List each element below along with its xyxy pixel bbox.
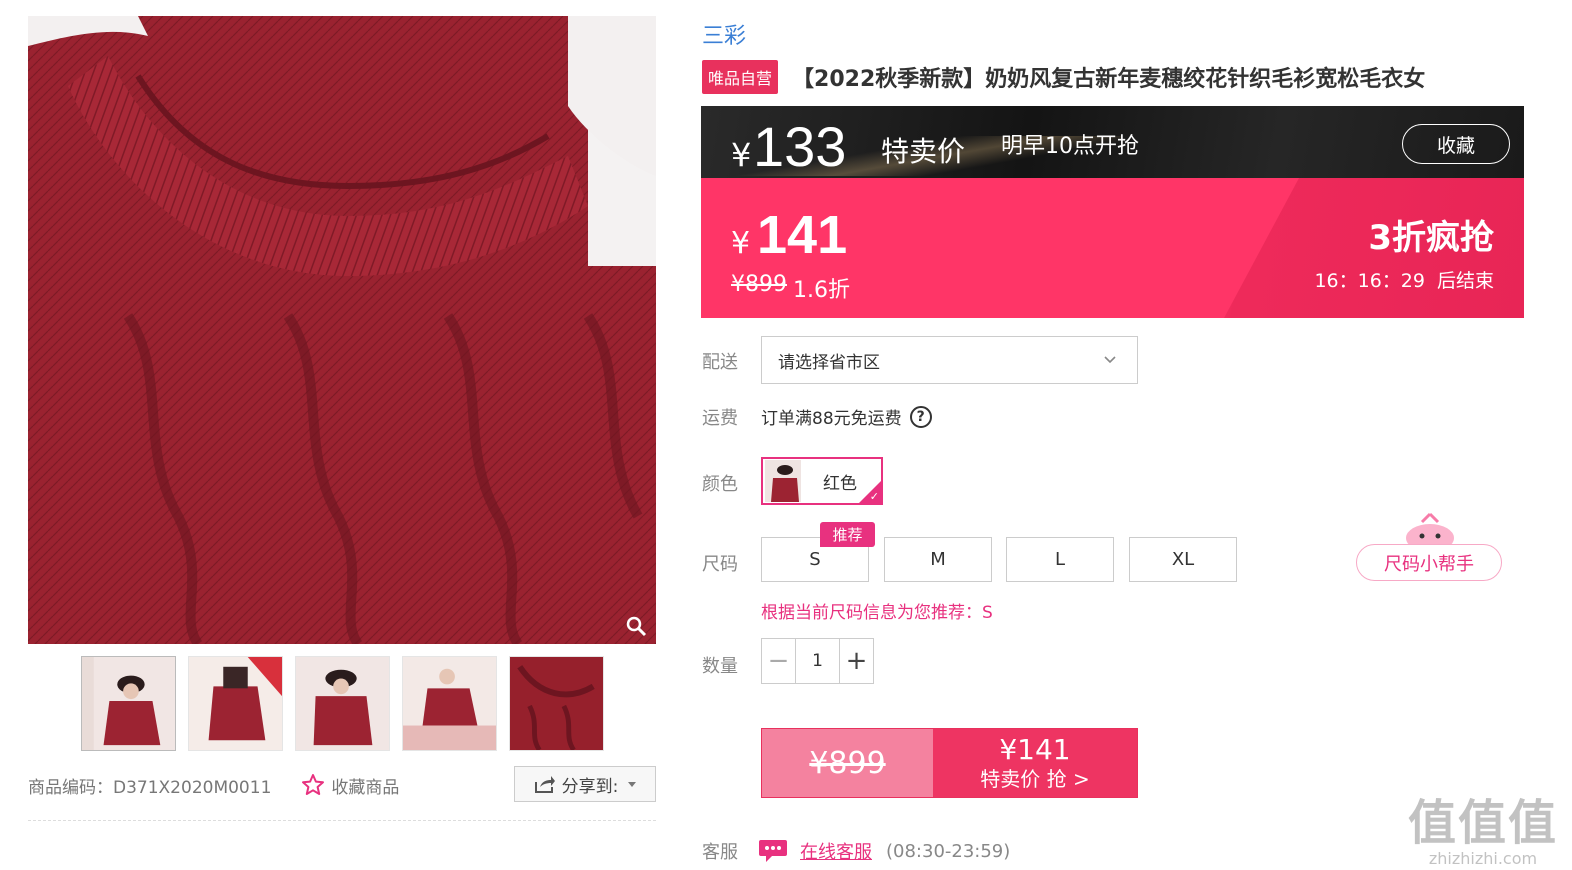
delivery-label: 配送 — [702, 352, 738, 373]
sale-price-label: 特卖价 — [881, 135, 966, 168]
color-name: 红色 — [823, 473, 857, 494]
size-option-l[interactable]: L — [1006, 537, 1114, 582]
recommended-badge: 推荐 — [820, 522, 875, 547]
current-currency: ¥ — [731, 226, 751, 261]
favorite-label: 收藏商品 — [331, 777, 400, 798]
countdown-timer: 16：16：29 后结束 — [1314, 266, 1494, 293]
discount-rate: 1.6折 — [793, 278, 850, 303]
original-price: ¥899 — [731, 272, 787, 297]
thumbnail-2[interactable] — [188, 656, 283, 751]
sweater-photo — [28, 16, 656, 644]
size-option-xl[interactable]: XL — [1129, 537, 1237, 582]
thumbnail-strip — [81, 656, 604, 751]
customer-service-row: 客服 在线客服 (08:30-23:59) — [702, 838, 1010, 864]
divider — [28, 820, 656, 821]
share-button[interactable]: 分享到: — [514, 766, 656, 802]
zoom-icon[interactable] — [624, 614, 648, 638]
freight-label: 运费 — [702, 408, 738, 429]
help-icon[interactable]: ? — [909, 405, 932, 428]
thumbnail-4[interactable] — [402, 656, 497, 751]
product-code: 商品编码：D371X2020M0011 — [28, 777, 272, 798]
color-label: 颜色 — [702, 474, 738, 495]
product-meta-row: 商品编码：D371X2020M0011 收藏商品 分享到: — [28, 766, 656, 802]
favorite-product-link[interactable]: 收藏商品 — [301, 773, 399, 798]
quantity-stepper: − 1 + — [761, 638, 874, 684]
freight-text: 订单满88元免运费 — [761, 409, 902, 429]
sale-currency: ¥ — [731, 136, 752, 174]
share-icon — [534, 776, 555, 793]
watermark-logo: 值值值 — [1408, 795, 1559, 851]
thumbnail-5[interactable] — [509, 656, 604, 751]
current-price: 141 — [757, 205, 848, 265]
sale-price: 133 — [753, 115, 847, 178]
watermark: 值值值 zhizhizhi.com — [1408, 797, 1558, 868]
size-helper-button[interactable]: 尺码小帮手 — [1356, 544, 1502, 581]
chevron-down-icon — [628, 781, 637, 787]
main-product-image[interactable] — [28, 16, 656, 644]
presale-banner: ¥ 133 特卖价 明早10点开抢 收藏 — [701, 106, 1524, 178]
countdown-time: 16：16：29 — [1314, 270, 1425, 292]
buy-main: ¥141 特卖价 抢 > — [933, 729, 1137, 797]
size-recommendation: 根据当前尺码信息为您推荐：S — [761, 603, 993, 623]
quantity-input[interactable]: 1 — [795, 639, 840, 683]
self-operated-badge: 唯品自营 — [702, 60, 779, 94]
decrease-button[interactable]: − — [762, 639, 795, 683]
region-placeholder: 请选择省市区 — [778, 352, 880, 373]
size-label: 尺码 — [702, 554, 738, 575]
buy-original-price: ¥899 — [762, 729, 933, 797]
size-option-m[interactable]: M — [884, 537, 992, 582]
share-label: 分享到: — [561, 776, 619, 797]
watermark-url: zhizhizhi.com — [1428, 849, 1538, 868]
star-icon — [302, 774, 325, 795]
sale-start-time: 明早10点开抢 — [1001, 134, 1139, 159]
brand-link[interactable]: 三彩 — [702, 18, 746, 50]
thumbnail-1[interactable] — [81, 656, 176, 751]
quantity-label: 数量 — [702, 656, 738, 677]
flash-sale-label: 3折疯抢 — [1368, 218, 1494, 258]
flash-sale-banner: ¥ 141 ¥899 1.6折 3折疯抢 16：16：29 后结束 — [701, 178, 1524, 318]
region-select[interactable]: 请选择省市区 — [761, 336, 1138, 384]
color-swatch-image — [765, 460, 801, 502]
countdown-suffix: 后结束 — [1436, 270, 1494, 292]
chevron-down-icon — [1104, 356, 1116, 364]
check-icon: ✓ — [869, 490, 879, 503]
collect-button[interactable]: 收藏 — [1402, 124, 1510, 164]
buy-action-label: 特卖价 抢 > — [980, 767, 1090, 791]
color-option-red[interactable]: 红色 ✓ — [761, 457, 883, 505]
thumbnail-3[interactable] — [295, 656, 390, 751]
service-label: 客服 — [702, 842, 738, 863]
buy-button[interactable]: ¥899 ¥141 特卖价 抢 > — [761, 728, 1138, 798]
increase-button[interactable]: + — [840, 639, 873, 683]
product-title: 【2022秋季新款】奶奶风复古新年麦穗绞花针织毛衫宽松毛衣女 — [792, 67, 1426, 92]
title-row: 唯品自营 【2022秋季新款】奶奶风复古新年麦穗绞花针织毛衫宽松毛衣女 — [702, 60, 1425, 94]
online-service-link[interactable]: 在线客服 — [800, 838, 872, 864]
service-hours: (08:30-23:59) — [886, 840, 1011, 862]
buy-price: ¥141 — [999, 733, 1071, 766]
freight-info: 订单满88元免运费 ? — [761, 404, 932, 429]
chat-icon[interactable] — [758, 838, 788, 864]
